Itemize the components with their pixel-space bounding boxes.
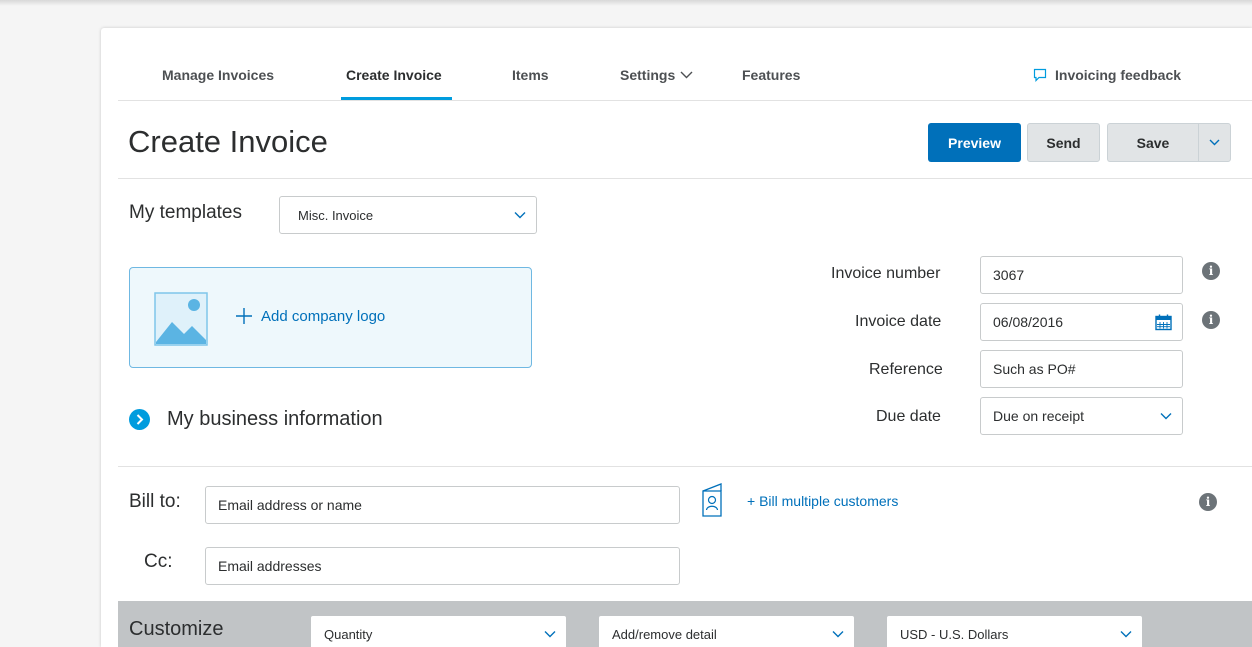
tab-settings[interactable]: Settings bbox=[620, 67, 693, 83]
info-icon[interactable]: i bbox=[1202, 262, 1220, 280]
speech-bubble-icon bbox=[1033, 68, 1047, 82]
plus-icon bbox=[236, 308, 252, 324]
chevron-right-circle-icon bbox=[129, 409, 150, 430]
tab-items[interactable]: Items bbox=[512, 67, 549, 83]
tab-manage-invoices[interactable]: Manage Invoices bbox=[162, 67, 274, 83]
header-divider bbox=[118, 178, 1252, 179]
due-date-select[interactable]: Due on receipt bbox=[980, 397, 1183, 435]
add-logo-area[interactable]: Add company logo bbox=[129, 267, 532, 368]
due-date-value: Due on receipt bbox=[993, 408, 1085, 424]
reference-placeholder: Such as PO# bbox=[993, 361, 1076, 377]
chevron-down-icon bbox=[1209, 139, 1220, 146]
feedback-label: Invoicing feedback bbox=[1055, 67, 1182, 83]
bill-to-label: Bill to: bbox=[129, 491, 181, 512]
chevron-down-icon bbox=[1160, 413, 1172, 420]
customize-label: Customize bbox=[129, 618, 224, 640]
tab-settings-label: Settings bbox=[620, 67, 676, 83]
preview-button[interactable]: Preview bbox=[928, 123, 1021, 162]
business-info-toggle[interactable]: My business information bbox=[129, 408, 383, 431]
save-options-button[interactable] bbox=[1198, 123, 1231, 162]
info-icon[interactable]: i bbox=[1199, 493, 1217, 511]
template-select-value: Misc. Invoice bbox=[298, 207, 374, 223]
chevron-down-icon bbox=[514, 212, 526, 219]
cc-label: Cc: bbox=[144, 551, 173, 572]
invoice-date-field[interactable]: 06/08/2016 bbox=[980, 303, 1183, 341]
bill-to-placeholder: Email address or name bbox=[218, 497, 362, 513]
currency-select-value: USD - U.S. Dollars bbox=[900, 626, 1009, 642]
add-logo-link[interactable]: Add company logo bbox=[235, 307, 385, 325]
reference-field[interactable]: Such as PO# bbox=[980, 350, 1183, 388]
detail-select-value: Add/remove detail bbox=[612, 626, 717, 642]
nav-divider bbox=[118, 100, 1252, 101]
page-title: Create Invoice bbox=[128, 124, 328, 159]
invoice-number-field[interactable]: 3067 bbox=[980, 256, 1183, 294]
invoice-card: Manage Invoices Create Invoice Items Set… bbox=[101, 28, 1252, 647]
invoice-number-value: 3067 bbox=[993, 267, 1025, 283]
invoice-date-value: 06/08/2016 bbox=[993, 314, 1064, 330]
save-button[interactable]: Save bbox=[1107, 123, 1198, 162]
tab-features[interactable]: Features bbox=[742, 67, 800, 83]
cc-placeholder: Email addresses bbox=[218, 558, 322, 574]
business-info-label: My business information bbox=[167, 408, 383, 430]
section-divider bbox=[118, 466, 1252, 467]
calendar-icon[interactable] bbox=[1155, 314, 1172, 331]
chevron-down-icon bbox=[544, 631, 556, 638]
customize-bar: Customize Quantity Add/remove detail USD… bbox=[118, 601, 1252, 647]
cc-input[interactable]: Email addresses bbox=[205, 547, 680, 585]
top-shadow bbox=[0, 0, 1252, 6]
bill-multiple-customers-link[interactable]: + Bill multiple customers bbox=[747, 493, 898, 509]
quantity-select-value: Quantity bbox=[324, 626, 373, 642]
info-icon[interactable]: i bbox=[1202, 311, 1220, 329]
detail-select[interactable]: Add/remove detail bbox=[598, 615, 855, 647]
image-placeholder-icon bbox=[154, 292, 208, 346]
invoicing-feedback-link[interactable]: Invoicing feedback bbox=[1033, 67, 1181, 83]
template-select[interactable]: Misc. Invoice bbox=[279, 196, 537, 234]
invoice-date-label: Invoice date bbox=[855, 313, 942, 330]
chevron-down-icon bbox=[680, 71, 693, 79]
quantity-select[interactable]: Quantity bbox=[310, 615, 567, 647]
invoice-number-label: Invoice number bbox=[831, 265, 941, 282]
chevron-down-icon bbox=[832, 631, 844, 638]
reference-label: Reference bbox=[869, 361, 943, 378]
tab-create-invoice[interactable]: Create Invoice bbox=[346, 67, 442, 83]
bill-to-input[interactable]: Email address or name bbox=[205, 486, 680, 524]
due-date-label: Due date bbox=[876, 408, 941, 425]
send-button[interactable]: Send bbox=[1027, 123, 1100, 162]
templates-label: My templates bbox=[129, 202, 242, 223]
contact-book-icon[interactable] bbox=[701, 483, 725, 517]
chevron-down-icon bbox=[1120, 631, 1132, 638]
currency-select[interactable]: USD - U.S. Dollars bbox=[886, 615, 1143, 647]
add-logo-label: Add company logo bbox=[261, 307, 386, 325]
